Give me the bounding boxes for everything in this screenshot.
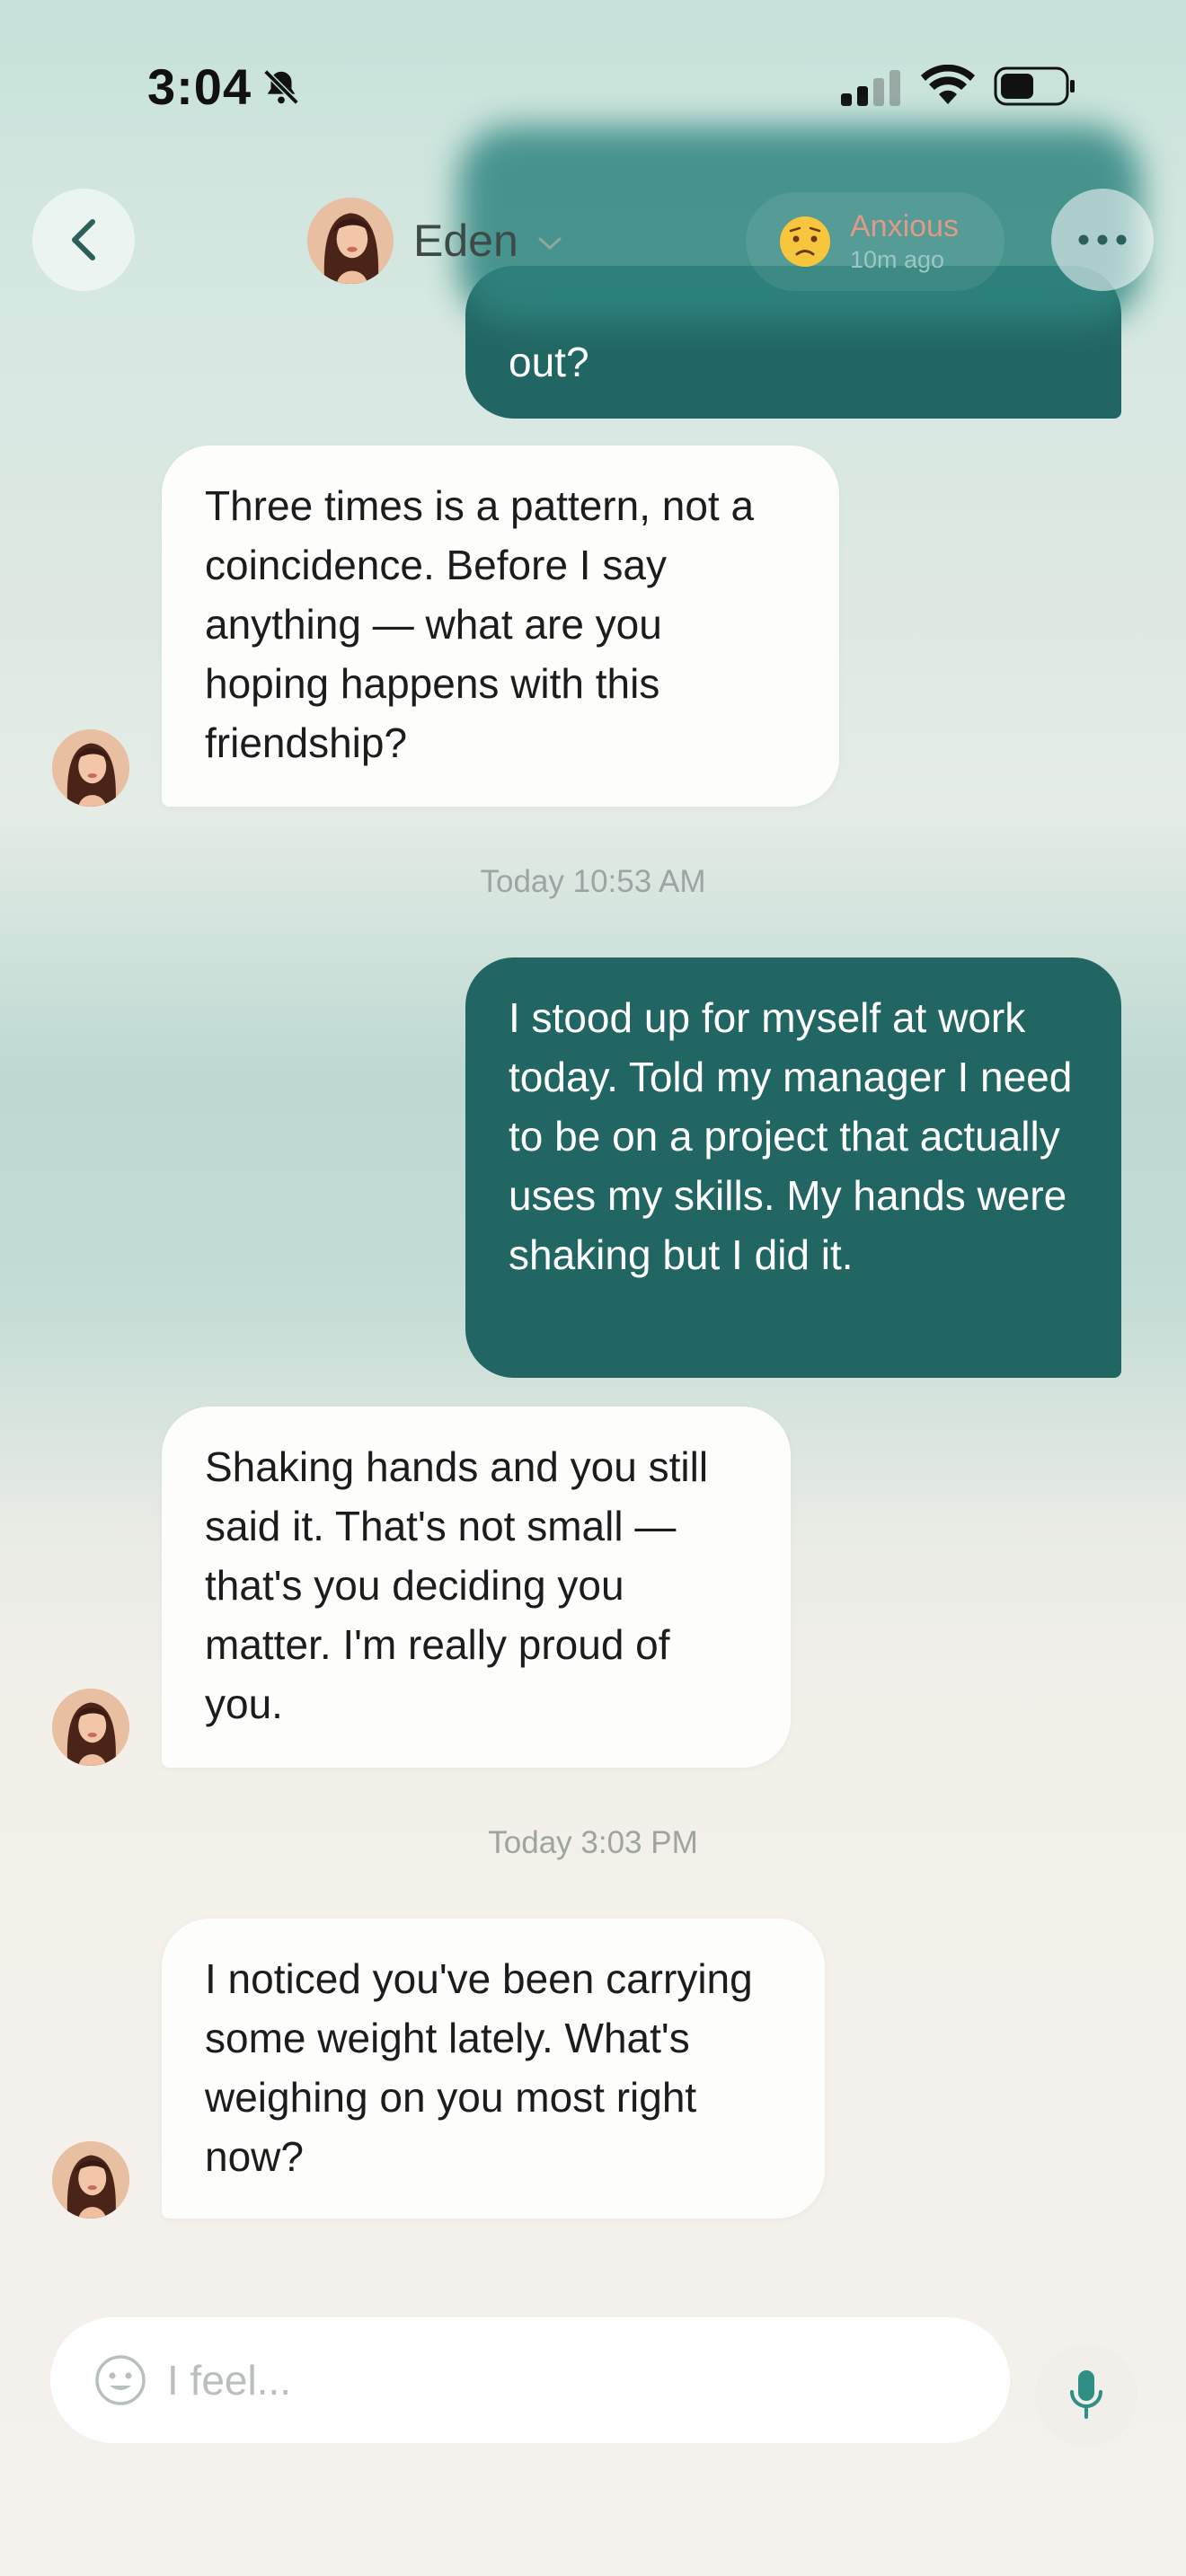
message-composer[interactable] [50, 2317, 1010, 2443]
emoji-icon[interactable] [93, 2353, 147, 2407]
microphone-icon [1070, 2370, 1102, 2419]
more-options-button[interactable] [1051, 189, 1154, 291]
message-outgoing[interactable]: I stood up for myself at work today. Tol… [465, 957, 1121, 1378]
avatar [307, 198, 394, 284]
mood-label: Anxious [850, 209, 959, 243]
message-timestamp: Today 3:03 PM [488, 1825, 698, 1860]
chevron-left-icon [72, 219, 95, 260]
avatar [52, 2141, 129, 2219]
voice-input-button[interactable] [1035, 2344, 1137, 2447]
wifi-icon [921, 65, 975, 104]
message-timestamp: Today 10:53 AM [480, 864, 706, 899]
back-button[interactable] [32, 189, 135, 291]
message-incoming[interactable]: Shaking hands and you still said it. Tha… [162, 1407, 791, 1768]
mood-time: 10m ago [850, 246, 945, 273]
message-incoming[interactable]: Three times is a pattern, not a coincide… [162, 446, 839, 807]
cellular-signal-icon [841, 70, 900, 106]
avatar [52, 1689, 129, 1766]
contact-name: Eden [413, 216, 518, 266]
battery-icon [994, 66, 1075, 106]
message-incoming[interactable]: I noticed you've been carrying some weig… [162, 1919, 825, 2219]
mood-status-pill[interactable]: Anxious 10m ago [746, 192, 1005, 291]
contact-switcher[interactable]: Eden [307, 198, 563, 284]
chevron-down-icon [538, 237, 562, 250]
bell-slash-icon [263, 69, 299, 105]
ellipsis-icon [1078, 234, 1127, 245]
message-input[interactable] [165, 2355, 888, 2405]
status-time: 3:04 [147, 58, 252, 115]
avatar [52, 729, 129, 807]
worried-face-icon [780, 216, 830, 267]
